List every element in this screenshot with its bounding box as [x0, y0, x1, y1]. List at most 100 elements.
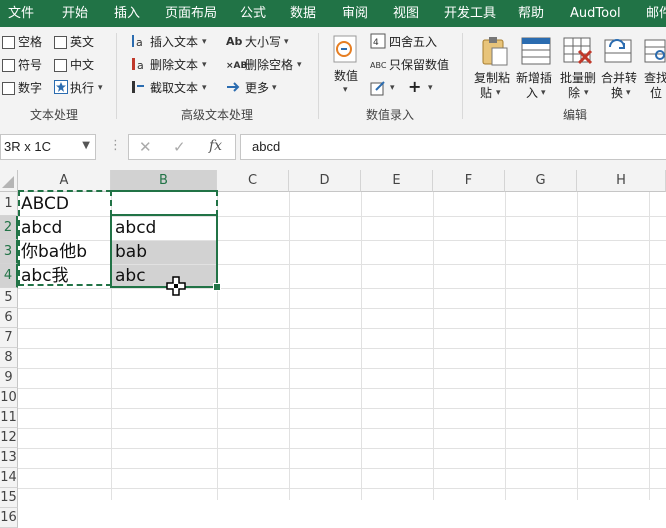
remove-space-dropdown-icon[interactable]: ▾ — [297, 60, 302, 70]
merge-convert-label[interactable]: 合并转 — [601, 70, 637, 86]
plus-icon[interactable]: + — [408, 77, 421, 96]
checkbox-space[interactable] — [2, 36, 15, 49]
row-header-14[interactable]: 14 — [0, 468, 18, 488]
extract-text-dropdown-icon[interactable]: ▾ — [202, 83, 207, 93]
column-header-e[interactable]: E — [361, 170, 433, 192]
round-button[interactable]: 四舍五入 — [389, 34, 437, 50]
copy-paste-dropdown-icon[interactable]: ▾ — [496, 88, 501, 98]
checkbox-chinese[interactable] — [54, 59, 67, 72]
row-header-3[interactable]: 3 — [0, 240, 18, 264]
more-options-icon[interactable]: ⋮ — [109, 138, 122, 153]
row-header-4[interactable]: 4 — [0, 264, 18, 288]
row-header-13[interactable]: 13 — [0, 448, 18, 468]
grid-line — [18, 468, 666, 469]
keep-number-button[interactable]: 只保留数值 — [389, 57, 449, 73]
edit-number-icon[interactable] — [370, 80, 386, 96]
column-header-d[interactable]: D — [289, 170, 361, 192]
value-button[interactable]: 数值 — [334, 68, 358, 84]
row-header-15[interactable]: 15 — [0, 488, 18, 508]
svg-text:×AB: ×AB — [226, 61, 246, 71]
row-header-6[interactable]: 6 — [0, 308, 18, 328]
row-header-12[interactable]: 12 — [0, 428, 18, 448]
copy-paste-label-line2[interactable]: 贴 — [480, 85, 492, 101]
separator — [462, 33, 463, 119]
row-header-16[interactable]: 16 — [0, 508, 18, 528]
delete-text-icon: a — [132, 58, 144, 72]
checkbox-symbol[interactable] — [2, 59, 15, 72]
keep-number-icon: ABC — [370, 61, 387, 70]
svg-text:ABC: ABC — [370, 61, 387, 70]
row-header-2[interactable]: 2 — [0, 216, 18, 240]
copy-marquee-b-top — [110, 190, 112, 216]
column-header-a[interactable]: A — [18, 170, 111, 192]
enter-icon[interactable]: ✓ — [173, 138, 186, 156]
insert-text-button[interactable]: 插入文本 — [150, 34, 198, 50]
text-group-label: 文本处理 — [30, 108, 79, 122]
column-header-c[interactable]: C — [217, 170, 289, 192]
menu-file[interactable]: 文件 — [8, 0, 34, 27]
more-dropdown-icon[interactable]: ▾ — [272, 83, 277, 93]
column-header-h[interactable]: H — [577, 170, 666, 192]
checkbox-number[interactable] — [2, 82, 15, 95]
edit-number-dropdown-icon[interactable]: ▾ — [390, 83, 395, 93]
row-header-9[interactable]: 9 — [0, 368, 18, 388]
menu-view[interactable]: 视图 — [393, 0, 419, 27]
copy-paste-icon — [482, 37, 508, 66]
delete-text-button[interactable]: 删除文本 — [150, 57, 198, 73]
insert-row-dropdown-icon[interactable]: ▾ — [541, 88, 546, 98]
column-header-f[interactable]: F — [433, 170, 505, 192]
menu-data[interactable]: 数据 — [290, 0, 316, 27]
menu-formulas[interactable]: 公式 — [240, 0, 266, 27]
cancel-icon[interactable]: ✕ — [139, 138, 152, 156]
plus-dropdown-icon[interactable]: ▾ — [428, 83, 433, 93]
name-box-dropdown-icon[interactable]: ▼ — [82, 140, 90, 151]
row-header-1[interactable]: 1 — [0, 192, 18, 216]
menu-developer[interactable]: 开发工具 — [444, 0, 496, 27]
row-header-7[interactable]: 7 — [0, 328, 18, 348]
execute-dropdown-icon[interactable]: ▾ — [98, 83, 103, 93]
grid-line — [505, 192, 506, 500]
menu-audtool[interactable]: AudTool — [570, 0, 621, 27]
column-header-g[interactable]: G — [505, 170, 577, 192]
row-header-5[interactable]: 5 — [0, 288, 18, 308]
extract-text-button[interactable]: 截取文本 — [150, 80, 198, 96]
execute-icon[interactable] — [54, 80, 68, 94]
insert-text-dropdown-icon[interactable]: ▾ — [202, 37, 207, 47]
remove-space-button[interactable]: 删除空格 — [245, 57, 293, 73]
menu-home[interactable]: 开始 — [62, 0, 88, 27]
merge-convert-dropdown-icon[interactable]: ▾ — [626, 88, 631, 98]
copy-paste-label[interactable]: 复制粘 — [474, 70, 510, 86]
menu-review[interactable]: 审阅 — [342, 0, 368, 27]
row-header-11[interactable]: 11 — [0, 408, 18, 428]
chinese-label: 中文 — [70, 58, 95, 72]
merge-convert-label-line2[interactable]: 换 — [611, 85, 623, 101]
case-button[interactable]: 大小写 — [245, 34, 281, 50]
batch-delete-label-line2[interactable]: 除 — [568, 85, 580, 101]
batch-delete-label[interactable]: 批量删 — [560, 70, 596, 86]
execute-button[interactable]: 执行 — [70, 80, 94, 96]
value-dropdown-icon[interactable]: ▾ — [343, 85, 348, 95]
case-dropdown-icon[interactable]: ▾ — [284, 37, 289, 47]
find-locate-label-line2[interactable]: 位 — [650, 85, 662, 101]
menu-help[interactable]: 帮助 — [518, 0, 544, 27]
insert-row-label[interactable]: 新增插 — [516, 70, 552, 86]
checkbox-english[interactable] — [54, 36, 67, 49]
batch-delete-dropdown-icon[interactable]: ▾ — [584, 88, 589, 98]
menu-page-layout[interactable]: 页面布局 — [165, 0, 217, 27]
insert-row-label-line2[interactable]: 入 — [526, 85, 538, 101]
insert-function-button[interactable]: fx — [209, 138, 222, 154]
select-all-corner[interactable] — [0, 170, 18, 192]
find-locate-label[interactable]: 查找 — [644, 70, 666, 86]
remove-space-icon: ×AB — [226, 61, 246, 71]
fill-handle[interactable] — [213, 283, 221, 291]
column-header-b[interactable]: B — [111, 170, 217, 192]
number-label: 数字 — [18, 81, 43, 95]
row-header-10[interactable]: 10 — [0, 388, 18, 408]
more-button[interactable]: 更多 — [245, 80, 269, 96]
menu-mail[interactable]: 邮件 — [646, 0, 666, 27]
delete-text-dropdown-icon[interactable]: ▾ — [202, 60, 207, 70]
row-header-8[interactable]: 8 — [0, 348, 18, 368]
menu-insert[interactable]: 插入 — [114, 0, 140, 27]
formula-input[interactable]: abcd — [240, 134, 666, 160]
name-box[interactable]: 3R x 1C ▼ — [0, 134, 96, 160]
